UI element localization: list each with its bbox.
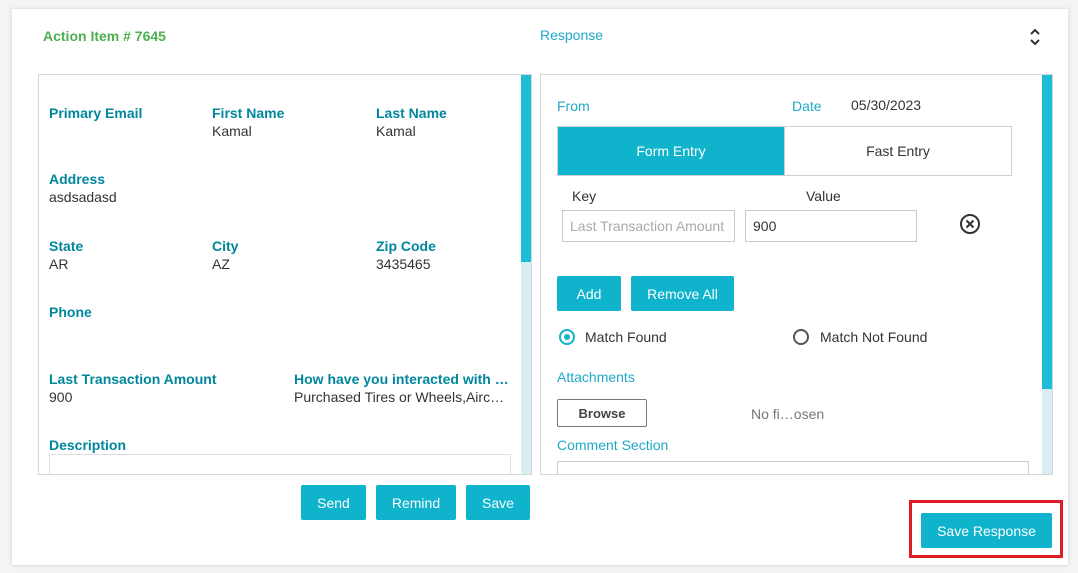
match-found-radio[interactable] [559,329,575,345]
entry-mode-toggle: Form Entry Fast Entry [557,126,1012,176]
left-panel-scrollbar[interactable] [521,75,531,474]
last-name-label: Last Name [376,105,447,121]
interaction-label: How have you interacted with … [294,371,509,387]
response-panel: From Date 05/30/2023 Form Entry Fast Ent… [540,74,1053,475]
left-scrollbar-thumb[interactable] [521,75,531,262]
first-name-label: First Name [212,105,285,121]
description-label: Description [49,437,127,453]
date-value: 05/30/2023 [851,97,922,113]
address-label: Address [49,171,106,187]
interaction-value: Purchased Tires or Wheels,Airc… [294,389,505,405]
tab-fast-entry[interactable]: Fast Entry [784,127,1011,175]
first-name-value: Kamal [212,123,252,139]
remind-button[interactable]: Remind [376,485,456,520]
match-not-found-label[interactable]: Match Not Found [820,329,927,345]
last-transaction-amount-label: Last Transaction Amount [49,371,217,387]
comment-section-label: Comment Section [557,437,669,453]
customer-details-panel: Primary Email First Name Kamal Last Name… [38,74,532,475]
right-panel-scrollbar[interactable] [1042,75,1052,474]
state-value: AR [49,256,69,272]
remove-all-button[interactable]: Remove All [631,276,734,311]
browse-button[interactable]: Browse [557,399,647,427]
date-label: Date [792,98,822,114]
comment-textarea[interactable] [557,461,1029,474]
save-response-button[interactable]: Save Response [921,513,1052,548]
last-name-value: Kamal [376,123,416,139]
city-value: AZ [212,256,230,272]
state-label: State [49,238,84,254]
address-value: asdsadasd [49,189,117,205]
zip-code-label: Zip Code [376,238,436,254]
city-label: City [212,238,239,254]
tab-form-entry[interactable]: Form Entry [558,127,784,175]
from-label: From [557,98,590,114]
response-title: Response [540,27,604,43]
description-textarea[interactable] [49,454,511,474]
send-button[interactable]: Send [301,485,366,520]
match-not-found-radio[interactable] [793,329,809,345]
action-item-card: Action Item # 7645 Response Primary Emai… [12,9,1068,565]
key-input[interactable]: Last Transaction Amount [562,210,735,242]
phone-label: Phone [49,304,92,320]
key-header: Key [572,188,597,204]
action-item-title: Action Item # 7645 [43,28,166,44]
file-status-text: No fi…osen [751,406,825,422]
last-transaction-amount-value: 900 [49,389,73,405]
match-found-label[interactable]: Match Found [585,329,667,345]
add-button[interactable]: Add [557,276,621,311]
value-input[interactable]: 900 [745,210,917,242]
primary-email-label: Primary Email [49,105,143,121]
attachments-label: Attachments [557,369,635,385]
right-scrollbar-thumb[interactable] [1042,75,1052,389]
chevron-up-down-icon[interactable] [1025,26,1045,48]
circle-x-icon[interactable] [959,213,981,235]
zip-code-value: 3435465 [376,256,431,272]
value-header: Value [806,188,841,204]
save-button[interactable]: Save [466,485,530,520]
